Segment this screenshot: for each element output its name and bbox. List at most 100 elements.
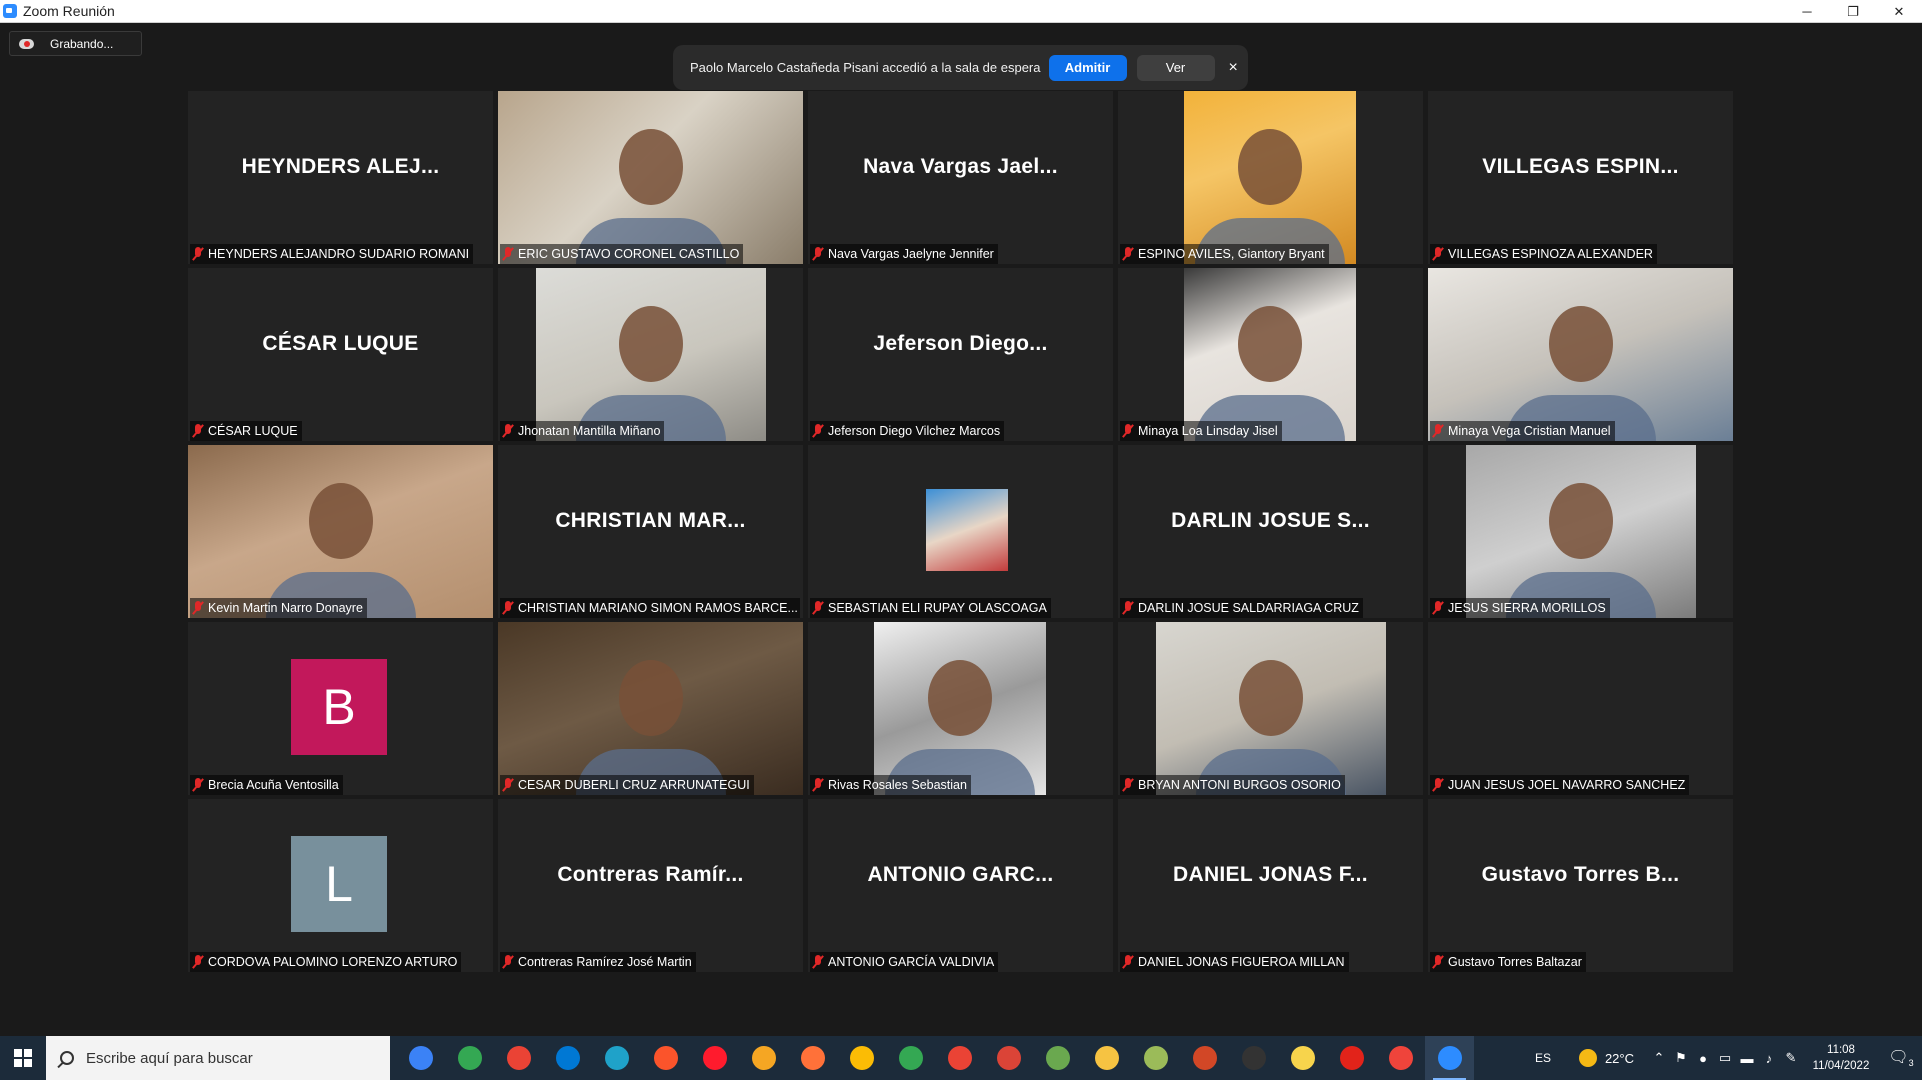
participant-tile[interactable]: Gustavo Torres B... Gustavo Torres Baltaz… bbox=[1428, 799, 1733, 972]
avatar: L bbox=[291, 836, 387, 932]
notification-count: 3 bbox=[1908, 1058, 1914, 1069]
participant-tile[interactable]: ANTONIO GARC... ANTONIO GARCÍA VALDIVIA bbox=[808, 799, 1113, 972]
taskbar-app-button[interactable] bbox=[641, 1036, 690, 1080]
participant-video bbox=[1428, 268, 1733, 441]
participant-tile[interactable]: B Brecia Acuña Ventosilla bbox=[188, 622, 493, 795]
muted-mic-icon bbox=[1122, 601, 1134, 615]
admit-button[interactable]: Admitir bbox=[1048, 54, 1127, 81]
participant-tile[interactable]: JUAN JESUS JOEL NAVARRO SANCHEZ bbox=[1428, 622, 1733, 795]
search-placeholder: Escribe aquí para buscar bbox=[86, 1049, 253, 1067]
view-button[interactable]: Ver bbox=[1136, 54, 1215, 81]
participant-label: VILLEGAS ESPINOZA ALEXANDER bbox=[1430, 244, 1657, 264]
participant-name: ERIC GUSTAVO CORONEL CASTILLO bbox=[518, 247, 740, 261]
microphone-icon[interactable]: ● bbox=[1692, 1051, 1714, 1066]
muted-mic-icon bbox=[812, 601, 824, 615]
taskbar-app-button[interactable] bbox=[1278, 1036, 1327, 1080]
taskbar-app-button[interactable] bbox=[494, 1036, 543, 1080]
volume-icon[interactable]: ♪ bbox=[1758, 1051, 1780, 1066]
taskbar-app-button[interactable] bbox=[886, 1036, 935, 1080]
taskbar-app-button[interactable] bbox=[739, 1036, 788, 1080]
participant-tile[interactable]: CESAR DUBERLI CRUZ ARRUNATEGUI bbox=[498, 622, 803, 795]
taskbar-app-button[interactable] bbox=[1327, 1036, 1376, 1080]
recording-indicator[interactable]: Grabando... bbox=[9, 31, 142, 56]
participant-tile[interactable]: L CORDOVA PALOMINO LORENZO ARTURO bbox=[188, 799, 493, 972]
battery-icon[interactable]: ▬ bbox=[1736, 1051, 1758, 1066]
taskbar-search[interactable]: Escribe aquí para buscar bbox=[46, 1036, 390, 1080]
zoom-app-icon bbox=[3, 4, 17, 18]
participant-tile[interactable]: Nava Vargas Jael... Nava Vargas Jaelyne J… bbox=[808, 91, 1113, 264]
action-center-icon[interactable]: 🗨3 bbox=[1880, 1047, 1922, 1068]
terminal-icon bbox=[1241, 1046, 1266, 1070]
taskbar-app-button[interactable] bbox=[592, 1036, 641, 1080]
participant-tile[interactable]: CHRISTIAN MAR... CHRISTIAN MARIANO SIMON … bbox=[498, 445, 803, 618]
recording-icon bbox=[19, 38, 35, 50]
taskbar-app-button[interactable] bbox=[788, 1036, 837, 1080]
participant-tile[interactable]: HEYNDERS ALEJ... HEYNDERS ALEJANDRO SUDAR… bbox=[188, 91, 493, 264]
start-button[interactable] bbox=[0, 1036, 46, 1080]
participant-tile[interactable]: Minaya Loa Linsday Jisel bbox=[1118, 268, 1423, 441]
participant-label: ERIC GUSTAVO CORONEL CASTILLO bbox=[500, 244, 744, 264]
taskbar-app-button[interactable] bbox=[1033, 1036, 1082, 1080]
person-silhouette bbox=[619, 306, 683, 383]
participant-tile[interactable]: Rivas Rosales Sebastian bbox=[808, 622, 1113, 795]
participant-tile[interactable]: SEBASTIAN ELI RUPAY OLASCOAGA bbox=[808, 445, 1113, 618]
participant-tile[interactable]: DARLIN JOSUE S... DARLIN JOSUE SALDARRIAG… bbox=[1118, 445, 1423, 618]
taskbar-app-button[interactable] bbox=[1425, 1036, 1474, 1080]
chrome-3-icon bbox=[898, 1046, 923, 1070]
language-indicator[interactable]: ES bbox=[1523, 1051, 1563, 1065]
muted-mic-icon bbox=[1432, 424, 1444, 438]
taskbar-app-button[interactable] bbox=[837, 1036, 886, 1080]
minimize-button[interactable]: ─ bbox=[1784, 0, 1830, 23]
participant-label: ANTONIO GARCÍA VALDIVIA bbox=[810, 952, 999, 972]
participant-name: Contreras Ramírez José Martin bbox=[518, 955, 692, 969]
weather-temp: 22°C bbox=[1604, 1050, 1634, 1066]
participant-name: HEYNDERS ALEJANDRO SUDARIO ROMANI bbox=[208, 247, 470, 261]
taskbar-app-button[interactable] bbox=[1180, 1036, 1229, 1080]
participant-tile[interactable]: Jhonatan Mantilla Miñano bbox=[498, 268, 803, 441]
taskbar-app-button[interactable] bbox=[935, 1036, 984, 1080]
taskbar-app-button[interactable] bbox=[984, 1036, 1033, 1080]
participant-display-name: Contreras Ramír... bbox=[557, 862, 744, 886]
pen-icon[interactable]: ✎ bbox=[1780, 1050, 1802, 1066]
participant-name: DANIEL JONAS FIGUEROA MILLAN bbox=[1138, 955, 1345, 969]
participant-tile[interactable]: VILLEGAS ESPIN... VILLEGAS ESPINOZA ALEXA… bbox=[1428, 91, 1733, 264]
taskbar-app-button[interactable] bbox=[1082, 1036, 1131, 1080]
participant-name: Minaya Vega Cristian Manuel bbox=[1448, 424, 1611, 438]
participant-tile[interactable]: Kevin Martin Narro Donayre bbox=[188, 445, 493, 618]
taskbar-app-button[interactable] bbox=[1131, 1036, 1180, 1080]
participant-tile[interactable]: Jeferson Diego... Jeferson Diego Vilchez … bbox=[808, 268, 1113, 441]
participant-label: Jeferson Diego Vilchez Marcos bbox=[810, 421, 1005, 441]
person-silhouette bbox=[618, 129, 683, 206]
network-icon[interactable]: ▭ bbox=[1714, 1050, 1736, 1066]
muted-mic-icon bbox=[1122, 778, 1134, 792]
participant-tile[interactable]: CÉSAR LUQUE CÉSAR LUQUE bbox=[188, 268, 493, 441]
participant-tile[interactable]: BRYAN ANTONI BURGOS OSORIO bbox=[1118, 622, 1423, 795]
participant-tile[interactable]: JESUS SIERRA MORILLOS bbox=[1428, 445, 1733, 618]
windows-logo-icon bbox=[14, 1049, 32, 1067]
participant-name: CORDOVA PALOMINO LORENZO ARTURO bbox=[208, 955, 458, 969]
clock[interactable]: 11:08 11/04/2022 bbox=[1802, 1042, 1880, 1074]
waiting-room-message: Paolo Marcelo Castañeda Pisani accedió a… bbox=[690, 60, 1041, 75]
participant-tile[interactable]: Contreras Ramír... Contreras Ramírez José… bbox=[498, 799, 803, 972]
weather-widget[interactable]: 22°C bbox=[1578, 1049, 1634, 1067]
close-notification-icon[interactable]: × bbox=[1229, 59, 1238, 77]
chrome-profile-icon bbox=[506, 1046, 531, 1070]
restore-button[interactable]: ❐ bbox=[1830, 0, 1876, 23]
participant-tile[interactable]: Minaya Vega Cristian Manuel bbox=[1428, 268, 1733, 441]
taskbar-app-button[interactable] bbox=[445, 1036, 494, 1080]
participant-video bbox=[498, 622, 803, 795]
taskbar-app-button[interactable] bbox=[690, 1036, 739, 1080]
participant-tile[interactable]: DANIEL JONAS F... DANIEL JONAS FIGUEROA M… bbox=[1118, 799, 1423, 972]
participant-name: CHRISTIAN MARIANO SIMON RAMOS BARCE... bbox=[518, 601, 798, 615]
taskbar-app-button[interactable] bbox=[543, 1036, 592, 1080]
participant-tile[interactable]: ESPINO AVILES, Giantory Bryant bbox=[1118, 91, 1423, 264]
security-icon[interactable]: ⚑ bbox=[1670, 1050, 1692, 1066]
close-window-button[interactable]: ✕ bbox=[1876, 0, 1922, 23]
chevron-up-icon[interactable]: ⌃ bbox=[1648, 1050, 1670, 1066]
participant-name: JESUS SIERRA MORILLOS bbox=[1448, 601, 1606, 615]
taskbar-app-button[interactable] bbox=[1376, 1036, 1425, 1080]
taskbar-app-button[interactable] bbox=[396, 1036, 445, 1080]
participant-name: Brecia Acuña Ventosilla bbox=[208, 778, 339, 792]
participant-tile[interactable]: ERIC GUSTAVO CORONEL CASTILLO bbox=[498, 91, 803, 264]
taskbar-app-button[interactable] bbox=[1229, 1036, 1278, 1080]
